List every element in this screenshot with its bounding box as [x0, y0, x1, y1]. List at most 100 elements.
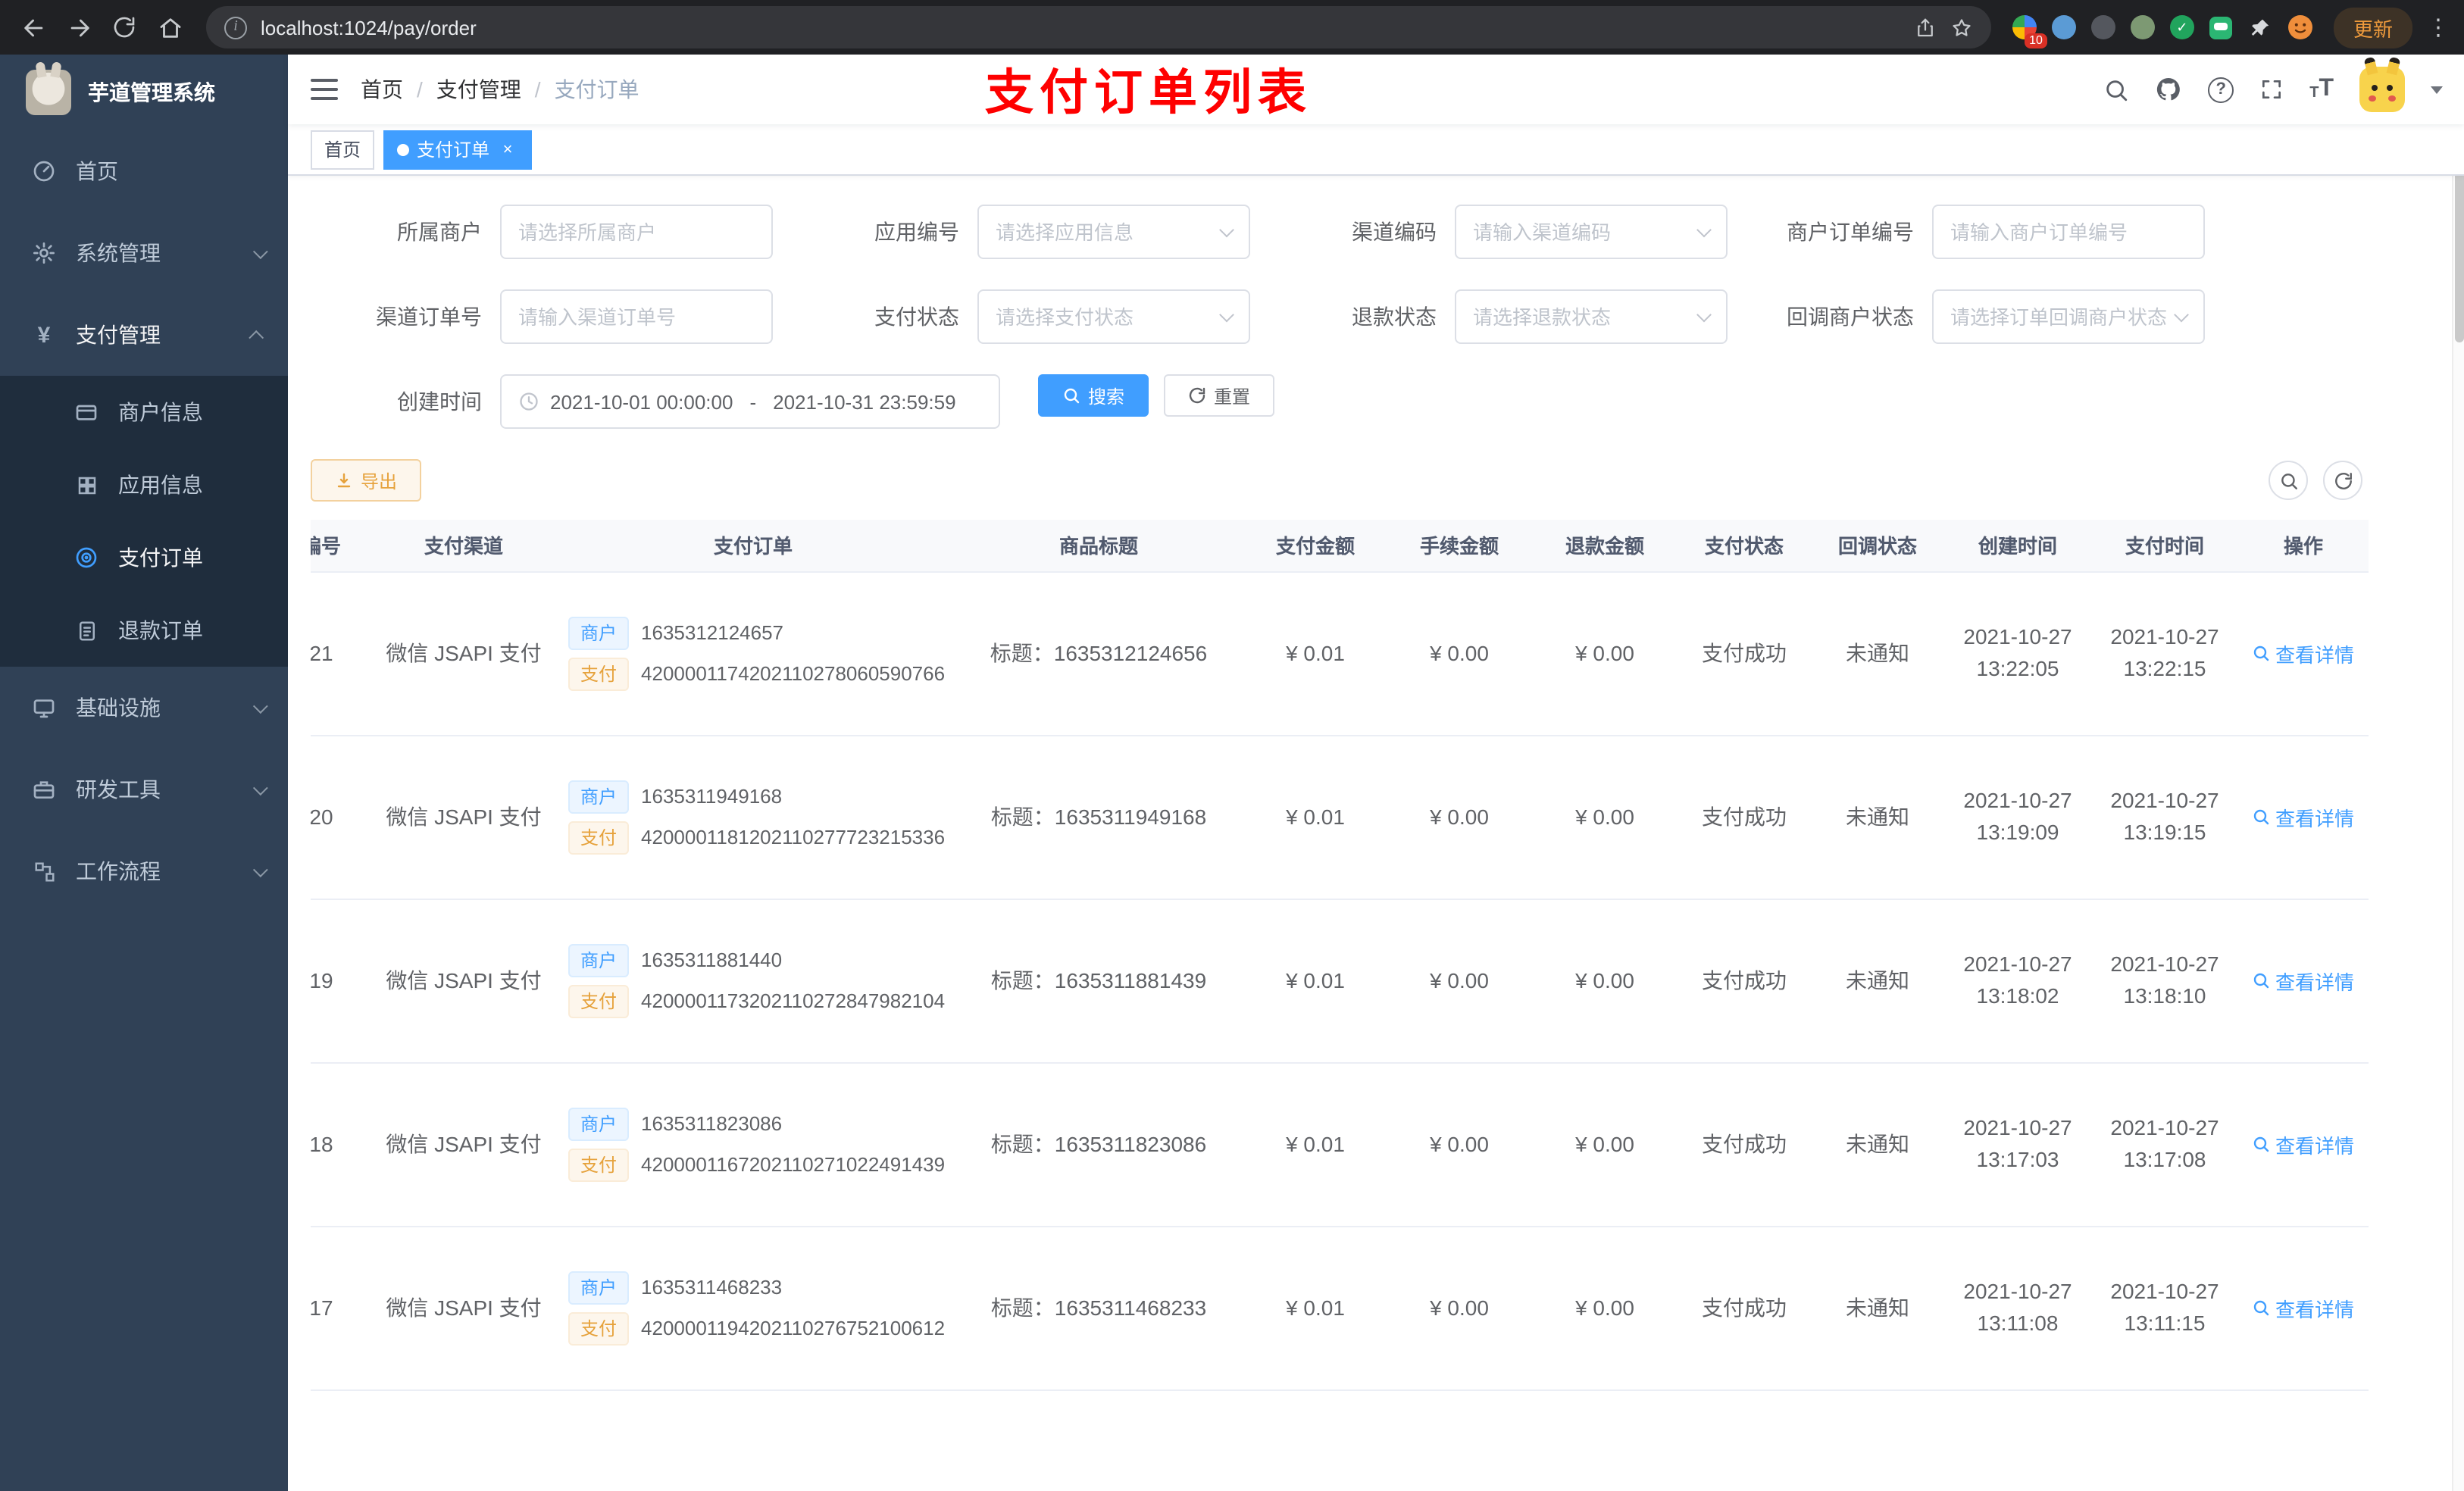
forward-icon[interactable] — [58, 6, 100, 48]
browser-toolbar: i localhost:1024/pay/order 10 ✓ 更新 ⋮ — [0, 0, 2464, 55]
app-input[interactable] — [996, 220, 1232, 243]
merchant-order-input-box[interactable] — [1932, 205, 2205, 259]
user-avatar[interactable] — [2359, 56, 2405, 112]
view-detail-link[interactable]: 查看详情 — [2253, 639, 2354, 667]
view-detail-link[interactable]: 查看详情 — [2253, 966, 2354, 995]
extension-icon-1[interactable]: 10 — [2006, 9, 2047, 48]
channel-order-input-box[interactable] — [500, 289, 773, 344]
cell-amount — [1244, 1389, 1387, 1447]
pay-status-select[interactable] — [977, 289, 1250, 344]
sidebar-item-system[interactable]: 系统管理 — [0, 212, 288, 294]
browser-menu-icon[interactable]: ⋮ — [2425, 14, 2452, 41]
notify-status-select[interactable] — [1932, 289, 2205, 344]
export-button[interactable]: 导出 — [311, 459, 422, 502]
extension-icon-6[interactable] — [2203, 9, 2240, 45]
font-size-icon[interactable]: TT — [2309, 77, 2334, 102]
view-detail-link[interactable]: 查看详情 — [2253, 1130, 2354, 1158]
refund-status-input[interactable] — [1473, 305, 1709, 328]
extension-icon-5[interactable]: ✓ — [2164, 9, 2200, 45]
table-row: 21 微信 JSAPI 支付 商户 1635312124657 支付 42000… — [311, 571, 2369, 736]
help-icon[interactable]: ? — [2208, 77, 2234, 102]
extension-icon-2[interactable] — [2046, 9, 2082, 45]
extension-icon-4[interactable] — [2125, 9, 2161, 45]
view-detail-link[interactable]: 查看详情 — [2253, 1293, 2354, 1322]
table-row: 20 微信 JSAPI 支付 商户 1635311949168 支付 42000… — [311, 735, 2369, 899]
breadcrumb-payment[interactable]: 支付管理 — [436, 74, 521, 105]
profile-avatar-icon[interactable] — [2282, 9, 2319, 45]
filter-merchant: 所属商户 — [311, 205, 773, 259]
tab-pay-order[interactable]: 支付订单 × — [383, 130, 533, 169]
tags-view: 首页 支付订单 × — [288, 124, 2464, 176]
sidebar-item-payment[interactable]: ¥ 支付管理 — [0, 294, 288, 376]
merchant-tag: 商户 — [568, 943, 630, 977]
sidebar-item-workflow[interactable]: 工作流程 — [0, 830, 288, 912]
browser-update-button[interactable]: 更新 — [2333, 7, 2412, 48]
hamburger-icon[interactable] — [288, 55, 361, 124]
sidebar-item-home[interactable]: 首页 — [0, 130, 288, 212]
cell-notify: 未通知 — [1811, 1062, 1944, 1227]
sidebar-item-infrastructure[interactable]: 基础设施 — [0, 667, 288, 749]
url-text: localhost:1024/pay/order — [261, 16, 477, 39]
app-title: 芋道管理系统 — [88, 80, 215, 105]
sidebar-item-refund-order[interactable]: 退款订单 — [0, 594, 288, 667]
address-bar[interactable]: i localhost:1024/pay/order — [206, 6, 1991, 48]
navbar-actions: ? TT — [2103, 56, 2443, 112]
document-icon — [73, 619, 100, 642]
tab-home[interactable]: 首页 — [311, 130, 375, 169]
app-select[interactable] — [977, 205, 1250, 259]
tab-close-icon[interactable]: × — [497, 139, 518, 160]
sidebar-item-dev-tools[interactable]: 研发工具 — [0, 749, 288, 830]
cell-id: 18 — [311, 1062, 374, 1227]
sidebar-item-app-info[interactable]: 应用信息 — [0, 449, 288, 521]
merchant-order-input[interactable] — [1950, 220, 2187, 243]
channel-order-input[interactable] — [518, 305, 755, 328]
cell-channel: 微信 JSAPI 支付 — [374, 899, 553, 1063]
cell-id: 16 — [311, 1389, 374, 1447]
date-range-picker[interactable]: 2021-10-01 00:00:00 - 2021-10-31 23:59:5… — [500, 374, 1000, 429]
payment-submenu: 商户信息 应用信息 支付订单 退款订单 — [0, 376, 288, 667]
table-header-row: 编号 支付渠道 支付订单 商品标题 支付金额 手续金额 退款金额 支付状态 回调… — [311, 520, 2369, 572]
search-toggle-icon[interactable] — [2269, 461, 2308, 500]
cell-refund: ¥ 0.00 — [1532, 735, 1678, 899]
site-info-icon[interactable]: i — [224, 16, 247, 39]
avatar-caret-icon[interactable] — [2431, 86, 2443, 100]
cell-channel: 微信 JSAPI 支付 — [374, 1226, 553, 1390]
merchant-input[interactable] — [518, 220, 755, 243]
view-detail-link[interactable]: 查看详情 — [2253, 802, 2354, 831]
extension-icon-3[interactable] — [2085, 9, 2122, 45]
cell-fee: ¥ 0.00 — [1387, 571, 1532, 736]
cell-fee — [1387, 1389, 1532, 1447]
reload-icon[interactable] — [103, 6, 145, 48]
sidebar-logo[interactable]: 芋道管理系统 — [0, 55, 288, 130]
pin-extension-icon[interactable] — [2243, 9, 2279, 45]
breadcrumb-home[interactable]: 首页 — [361, 74, 403, 105]
scrollbar[interactable] — [2452, 55, 2464, 1491]
merchant-tag: 商户 — [568, 616, 630, 649]
refund-status-select[interactable] — [1455, 289, 1728, 344]
channel-code-input[interactable] — [1473, 220, 1709, 243]
filter-row-1: 所属商户 应用编号 渠道编码 — [311, 205, 2441, 259]
orders-table-container: 编号 支付渠道 支付订单 商品标题 支付金额 手续金额 退款金额 支付状态 回调… — [311, 520, 2441, 1447]
bookmark-star-icon[interactable] — [1950, 16, 1973, 39]
search-icon[interactable] — [2103, 77, 2129, 102]
refresh-icon[interactable] — [2323, 461, 2362, 500]
github-icon[interactable] — [2155, 76, 2182, 103]
back-icon[interactable] — [12, 6, 55, 48]
fullscreen-icon[interactable] — [2259, 77, 2284, 102]
chevron-up-icon — [249, 329, 264, 345]
cell-id: 17 — [311, 1226, 374, 1390]
reset-button[interactable]: 重置 — [1164, 374, 1275, 417]
table-row: 17 微信 JSAPI 支付 商户 1635311468233 支付 42000… — [311, 1226, 2369, 1390]
merchant-select[interactable] — [500, 205, 773, 259]
sidebar-item-pay-order[interactable]: 支付订单 — [0, 521, 288, 594]
pay-status-input[interactable] — [996, 305, 1232, 328]
cell-status: 支付成功 — [1678, 571, 1811, 736]
sidebar-item-merchant-info[interactable]: 商户信息 — [0, 376, 288, 449]
share-icon[interactable] — [1914, 16, 1937, 39]
cell-channel: 微信 JSAPI 支付 — [374, 1062, 553, 1227]
notify-status-input[interactable] — [1950, 305, 2187, 328]
channel-code-select[interactable] — [1455, 205, 1728, 259]
col-pay-order: 支付订单 — [553, 520, 953, 572]
search-button[interactable]: 搜索 — [1038, 374, 1149, 417]
home-icon[interactable] — [149, 6, 191, 48]
